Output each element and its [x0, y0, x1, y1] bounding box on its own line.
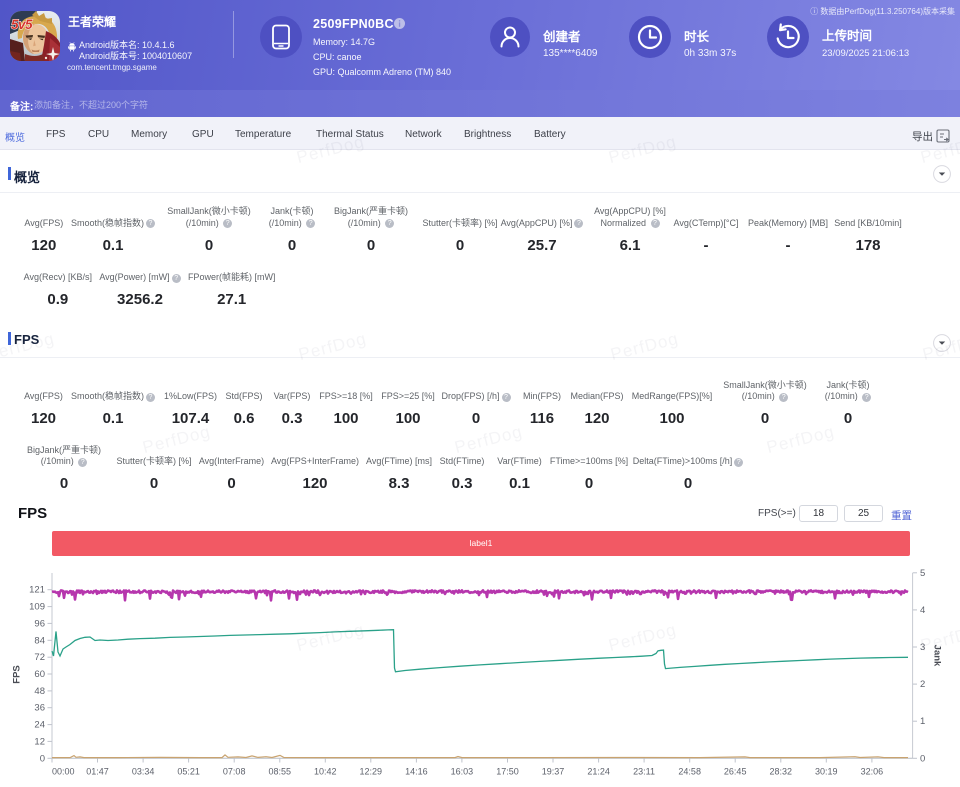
svg-text:60: 60: [34, 669, 45, 680]
svg-text:16:03: 16:03: [451, 767, 474, 777]
svg-text:23:11: 23:11: [633, 767, 655, 777]
svg-text:21:24: 21:24: [587, 767, 610, 777]
svg-text:17:50: 17:50: [496, 767, 519, 777]
svg-text:03:34: 03:34: [132, 767, 155, 777]
svg-text:26:45: 26:45: [724, 767, 747, 777]
svg-text:01:47: 01:47: [86, 767, 109, 777]
svg-text:5: 5: [920, 568, 925, 579]
svg-text:10:42: 10:42: [314, 767, 337, 777]
svg-text:96: 96: [34, 618, 45, 629]
svg-text:08:55: 08:55: [269, 767, 292, 777]
svg-text:FPS: FPS: [12, 665, 23, 683]
svg-text:109: 109: [29, 602, 45, 613]
svg-text:0: 0: [40, 753, 45, 764]
svg-text:32:06: 32:06: [861, 767, 884, 777]
svg-text:0: 0: [920, 753, 925, 764]
svg-text:36: 36: [34, 703, 45, 714]
svg-text:1: 1: [920, 716, 925, 727]
svg-text:12:29: 12:29: [360, 767, 383, 777]
svg-text:5v5: 5v5: [11, 17, 33, 32]
svg-text:07:08: 07:08: [223, 767, 246, 777]
svg-text:4: 4: [920, 605, 925, 616]
svg-text:30:19: 30:19: [815, 767, 838, 777]
svg-text:12: 12: [34, 736, 45, 747]
svg-text:48: 48: [34, 686, 45, 697]
svg-text:2: 2: [920, 679, 925, 690]
svg-text:24: 24: [34, 720, 45, 731]
svg-text:28:32: 28:32: [770, 767, 793, 777]
svg-text:84: 84: [34, 635, 45, 646]
svg-text:05:21: 05:21: [177, 767, 200, 777]
svg-text:00:00: 00:00: [52, 767, 75, 777]
svg-text:72: 72: [34, 652, 45, 663]
svg-text:24:58: 24:58: [678, 767, 701, 777]
svg-text:121: 121: [29, 585, 45, 596]
svg-text:14:16: 14:16: [405, 767, 428, 777]
svg-text:19:37: 19:37: [542, 767, 565, 777]
